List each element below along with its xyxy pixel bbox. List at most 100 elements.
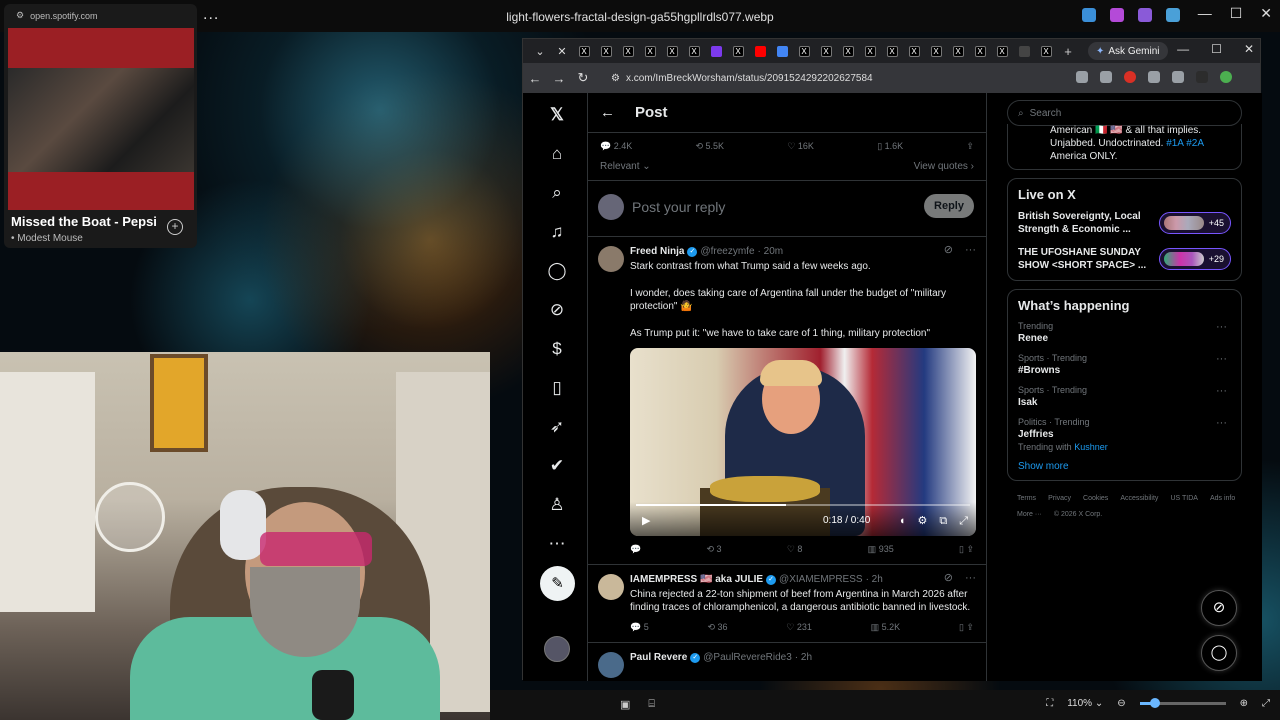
tab-close-icon[interactable]: ✕	[551, 41, 573, 61]
live-listeners-pill[interactable]: +45	[1159, 212, 1231, 234]
bio-hashtags[interactable]: #1A #2A	[1166, 138, 1204, 149]
tweet-handle[interactable]: @freezymfe	[700, 245, 754, 258]
rocket-icon[interactable]: ➶	[547, 417, 567, 437]
grok-fab-icon[interactable]: ⊘	[1201, 590, 1237, 626]
browser-tab[interactable]: X	[991, 41, 1013, 61]
edit-icon[interactable]	[1082, 8, 1096, 22]
ask-gemini-button[interactable]: ✦ Ask Gemini	[1088, 42, 1168, 60]
tweet-avatar[interactable]	[598, 246, 624, 272]
repost-action[interactable]: ⟲ 3	[706, 543, 721, 556]
browser-tab[interactable]: X	[661, 41, 683, 61]
browser-tab[interactable]	[705, 41, 727, 61]
live-space-item[interactable]: THE UFOSHANE SUNDAY SHOW <SHORT SPACE> .…	[1018, 246, 1231, 272]
browser-tab[interactable]: X	[727, 41, 749, 61]
money-icon[interactable]: $	[547, 339, 567, 359]
install-app-icon[interactable]	[1076, 71, 1088, 83]
reply-tweet[interactable]: Paul Revere ✓ @PaulRevereRide3 · 2h	[588, 643, 986, 678]
artist-name[interactable]: • Modest Mouse	[11, 233, 83, 244]
browser-minimize-button[interactable]: —	[1177, 42, 1189, 56]
browser-tab[interactable]: X	[903, 41, 925, 61]
address-bar[interactable]: ⚙ x.com/ImBreckWorsham/status/20915242922…	[611, 66, 1041, 90]
grok-explain-icon[interactable]: ⊘	[944, 572, 953, 585]
clipchamp-icon[interactable]	[1138, 8, 1152, 22]
browser-tab[interactable]: X	[1035, 41, 1057, 61]
tweet-handle[interactable]: @XIAMEMPRESS	[779, 573, 863, 586]
tweet-author-name[interactable]: Paul Revere	[630, 651, 687, 664]
maximize-button[interactable]: ☐	[1230, 5, 1243, 22]
reply-action[interactable]: 💬 5	[630, 621, 649, 634]
trend-item[interactable]: Politics · Trending Jeffries Trending wi…	[1018, 417, 1231, 452]
reply-button[interactable]: Reply	[924, 194, 974, 218]
zoom-slider-knob[interactable]	[1150, 698, 1161, 708]
browser-tab[interactable]: X	[969, 41, 991, 61]
fullscreen-icon[interactable]: ⤢	[959, 515, 968, 528]
explore-search-icon[interactable]: ⌕	[547, 183, 567, 203]
live-space-item[interactable]: British Sovereignty, Local Strength & Ec…	[1018, 210, 1231, 236]
trend-more-icon[interactable]: ···	[1216, 353, 1227, 365]
tweet-more-icon[interactable]: ···	[965, 572, 976, 585]
tweet-video[interactable]: ▶ 0:18 / 0:40 ◖ ⚙ ⧉ ⤢	[630, 348, 976, 536]
site-settings-icon[interactable]: ⚙	[16, 10, 24, 21]
tweet-time[interactable]: · 20m	[758, 245, 784, 258]
tab-search-button[interactable]: ⌄	[529, 41, 551, 61]
browser-tab[interactable]: X	[573, 41, 595, 61]
reply-action[interactable]: 💬	[630, 543, 641, 556]
like-action[interactable]: ♡ 8	[787, 543, 803, 556]
footer-link[interactable]: Ads info	[1210, 491, 1235, 507]
browser-tab[interactable]: X	[947, 41, 969, 61]
minimize-button[interactable]: —	[1198, 5, 1212, 22]
x-logo-icon[interactable]: 𝕏	[547, 105, 567, 125]
browser-tab[interactable]: X	[639, 41, 661, 61]
tweet-author-name[interactable]: Freed Ninja	[630, 245, 684, 258]
views-action[interactable]: ▥ 5.2K	[871, 621, 901, 634]
tweet-handle[interactable]: @PaulRevereRide3	[703, 651, 792, 664]
browser-tab[interactable]: X	[815, 41, 837, 61]
trend-more-icon[interactable]: ···	[1216, 417, 1227, 429]
footer-link[interactable]: Terms	[1017, 491, 1036, 507]
show-more-link[interactable]: Show more	[1018, 461, 1231, 472]
footer-link[interactable]: Cookies	[1083, 491, 1108, 507]
zoom-dropdown[interactable]: 110% ⌄	[1067, 698, 1103, 709]
bookmark-count-button[interactable]: ▯ 1.6K	[877, 141, 903, 161]
browser-tab[interactable]: X	[683, 41, 705, 61]
trend-item[interactable]: Sports · Trending Isak ···	[1018, 385, 1231, 408]
browser-tab[interactable]: X	[859, 41, 881, 61]
repost-count-button[interactable]: ⟲ 5.5K	[696, 141, 725, 161]
grok-icon[interactable]: ⊘	[547, 300, 567, 320]
bookmark-star-icon[interactable]	[1100, 71, 1112, 83]
live-listeners-pill[interactable]: +29	[1159, 248, 1231, 270]
browser-close-button[interactable]: ✕	[1244, 42, 1254, 56]
track-title[interactable]: Missed the Boat - Pepsi	[11, 214, 157, 229]
grok-explain-icon[interactable]: ⊘	[944, 244, 953, 257]
bookmark-icon[interactable]: ▯	[959, 544, 964, 554]
image-info-icon[interactable]: ▣	[620, 698, 630, 711]
settings-gear-icon[interactable]: ⚙	[917, 515, 927, 528]
expand-icon[interactable]: ⤢	[1262, 698, 1270, 709]
footer-link[interactable]: US TIDA	[1170, 491, 1198, 507]
forward-arrow-icon[interactable]: →	[547, 71, 571, 86]
cloud-icon[interactable]	[1166, 8, 1180, 22]
zoom-in-icon[interactable]: ⊕	[1240, 698, 1248, 709]
share-icon[interactable]: ⇪	[966, 622, 974, 632]
profile-icon[interactable]	[1220, 71, 1232, 83]
reply-count-button[interactable]: 💬 2.4K	[600, 141, 632, 161]
browser-tab[interactable]	[749, 41, 771, 61]
messages-fab-icon[interactable]: ◯	[1201, 635, 1237, 671]
browser-tab[interactable]	[771, 41, 793, 61]
volume-icon[interactable]: ◖	[899, 515, 906, 528]
extensions-icon[interactable]	[1148, 71, 1160, 83]
reload-icon[interactable]: ↻	[571, 70, 595, 86]
messages-icon[interactable]: ◯	[547, 261, 567, 281]
tweet-more-icon[interactable]: ···	[965, 244, 976, 257]
tweet-avatar[interactable]	[598, 574, 624, 600]
footer-link[interactable]: Privacy	[1048, 491, 1071, 507]
share-icon[interactable]: ⇪	[966, 544, 974, 554]
footer-link[interactable]: More ···	[1017, 507, 1042, 523]
like-action[interactable]: ♡ 231	[786, 621, 812, 634]
account-avatar[interactable]	[544, 636, 570, 662]
browser-tab[interactable]	[1013, 41, 1035, 61]
sort-dropdown[interactable]: Relevant ⌄	[600, 161, 651, 180]
compose-post-button[interactable]: ✎	[540, 566, 575, 601]
tweet-time[interactable]: · 2h	[866, 573, 883, 586]
browser-tab[interactable]: X	[617, 41, 639, 61]
